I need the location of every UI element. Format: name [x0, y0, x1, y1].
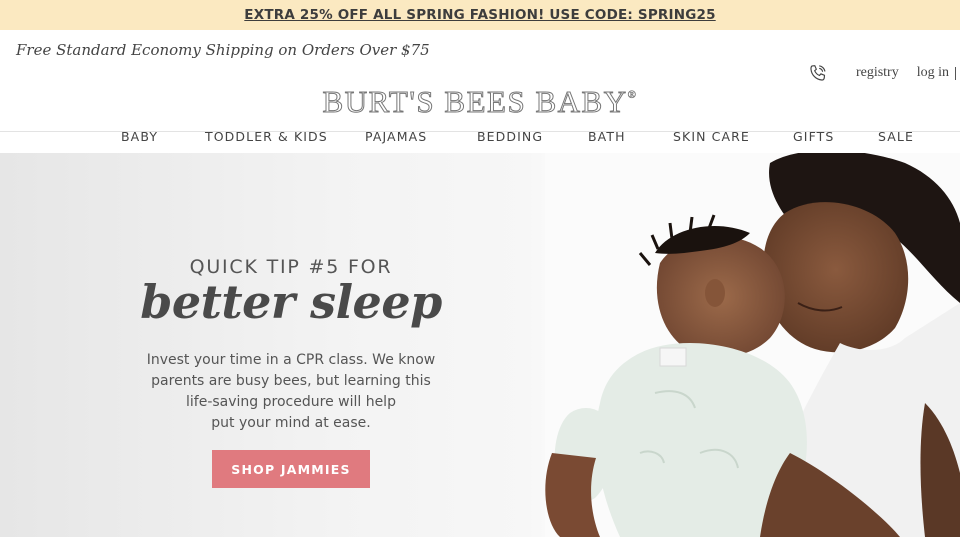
nav-item-baby[interactable]: BABY	[121, 129, 158, 144]
phone-icon[interactable]	[808, 62, 830, 84]
nav-item-toddler-kids[interactable]: TODDLER & KIDS	[205, 129, 328, 144]
shop-jammies-button[interactable]: SHOP JAMMIES	[212, 450, 370, 488]
nav-item-skin-care[interactable]: SKIN CARE	[673, 129, 750, 144]
login-link[interactable]: log in	[917, 65, 949, 81]
nav-item-pajamas[interactable]: PAJAMAS	[365, 129, 427, 144]
hero-script-heading: better sleep	[140, 275, 442, 329]
hero-body-line: life-saving procedure will help	[186, 394, 396, 410]
hero-banner: QUICK TIP #5 FOR better sleep Invest you…	[0, 153, 960, 537]
nav-item-bath[interactable]: BATH	[588, 129, 626, 144]
nav-item-gifts[interactable]: GIFTS	[793, 129, 834, 144]
hero-body: Invest your time in a CPR class. We know…	[0, 350, 582, 434]
nav-item-sale[interactable]: SALE	[878, 129, 914, 144]
registry-link[interactable]: registry	[856, 65, 899, 81]
nav-item-bedding[interactable]: BEDDING	[477, 129, 543, 144]
hero-body-line: Invest your time in a CPR class. We know	[146, 352, 436, 368]
hero-body-line: put your mind at ease.	[211, 415, 371, 431]
promo-link[interactable]: EXTRA 25% OFF ALL SPRING FASHION! USE CO…	[244, 7, 715, 23]
hero-image[interactable]	[0, 153, 960, 537]
main-nav: BABY TODDLER & KIDS PAJAMAS BEDDING BATH…	[0, 129, 960, 145]
utility-divider	[955, 66, 956, 80]
promo-banner: EXTRA 25% OFF ALL SPRING FASHION! USE CO…	[0, 0, 960, 30]
brand-logo[interactable]: BURT'S BEES BABY®	[0, 84, 960, 120]
logo-text: BURT'S BEES BABY	[322, 84, 628, 120]
hero-body-line: parents are busy bees, but learning this	[151, 373, 431, 389]
shipping-message: Free Standard Economy Shipping on Orders…	[16, 41, 430, 59]
utility-nav: registry log in	[808, 62, 956, 84]
registered-mark: ®	[627, 89, 638, 102]
